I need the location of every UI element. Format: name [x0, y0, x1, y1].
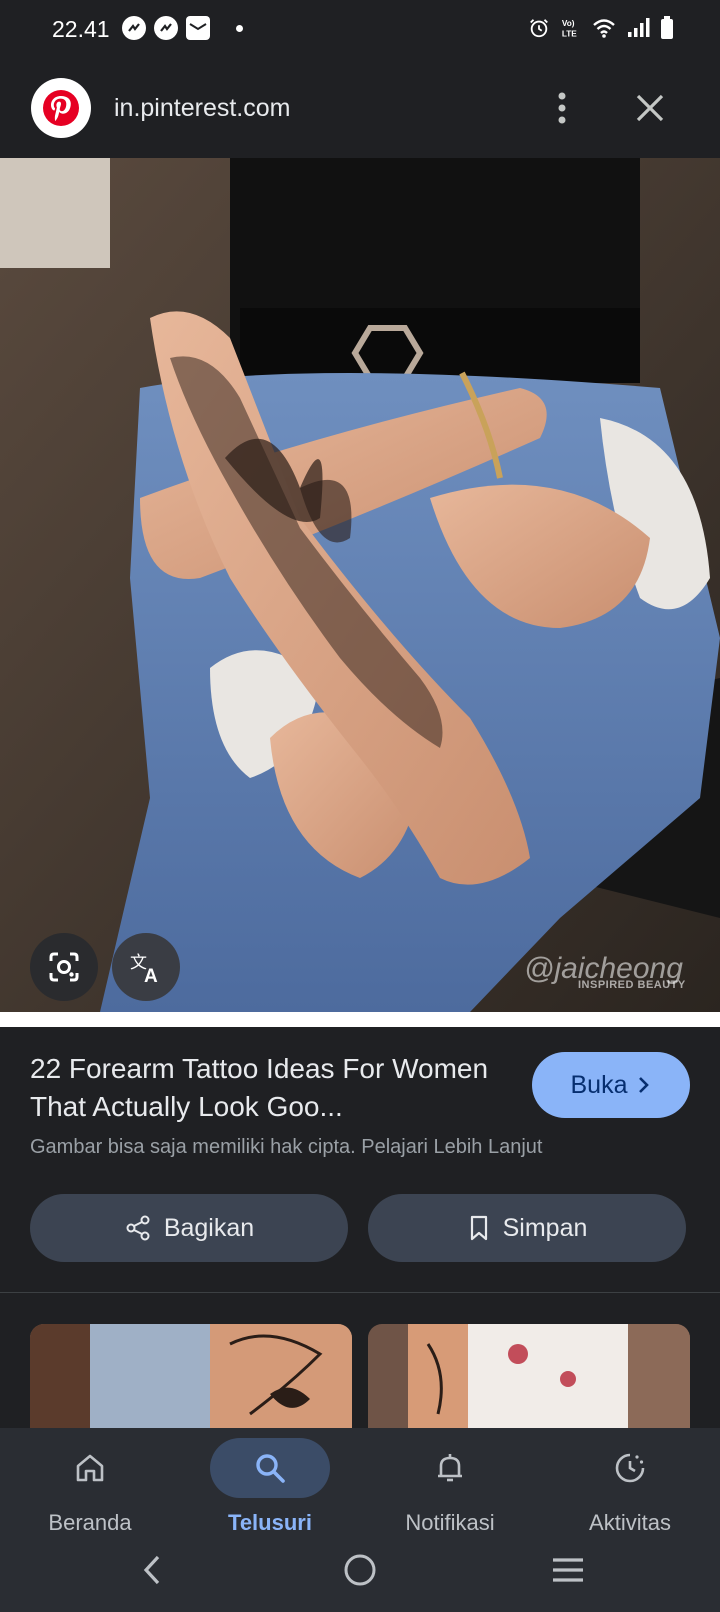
result-title[interactable]: 22 Forearm Tattoo Ideas For Women That A…: [30, 1050, 500, 1126]
pinterest-icon[interactable]: [31, 78, 91, 138]
bell-icon: [390, 1438, 510, 1498]
page-url[interactable]: in.pinterest.com: [114, 94, 290, 123]
alarm-icon: [530, 19, 548, 38]
dot-icon: [236, 24, 243, 32]
result-image[interactable]: [0, 158, 720, 1012]
related-image[interactable]: [368, 1324, 690, 1428]
share-icon: [126, 1215, 150, 1241]
translate-icon[interactable]: 文A: [112, 933, 180, 1001]
save-button[interactable]: Simpan: [368, 1194, 686, 1262]
system-navigation-bar: [0, 1528, 720, 1612]
messenger-icon: [154, 16, 178, 40]
status-bar: 22.41 Vo) LTE: [0, 0, 720, 58]
share-button-label: Bagikan: [163, 1213, 255, 1242]
battery-icon: [661, 16, 673, 39]
svg-text:Vo): Vo): [562, 19, 575, 28]
save-button-label: Simpan: [502, 1213, 588, 1242]
svg-text:A: A: [144, 966, 158, 986]
share-button[interactable]: Bagikan: [30, 1194, 348, 1262]
google-lens-icon[interactable]: [30, 933, 98, 1001]
image-watermark-sub: INSPIRED BEAUTY: [578, 979, 686, 991]
svg-text:LTE: LTE: [562, 29, 577, 38]
back-icon[interactable]: [128, 1548, 178, 1592]
activity-icon: [570, 1438, 690, 1498]
recents-icon[interactable]: [543, 1548, 593, 1592]
status-time: 22.41: [52, 16, 110, 42]
image-bottom-border: [0, 1012, 720, 1027]
more-vert-icon[interactable]: [548, 88, 576, 128]
open-button[interactable]: Buka: [532, 1052, 690, 1118]
section-divider: [0, 1292, 720, 1293]
search-icon: [210, 1438, 330, 1498]
related-image[interactable]: [30, 1324, 352, 1428]
mail-icon: [186, 16, 210, 40]
signal-icon: [628, 18, 650, 37]
wifi-icon: [593, 19, 615, 38]
home-icon: [30, 1438, 150, 1498]
bookmark-icon: [470, 1215, 487, 1241]
open-button-label: Buka: [570, 1070, 628, 1099]
chevron-right-icon: [639, 1077, 650, 1093]
copyright-notice[interactable]: Gambar bisa saja memiliki hak cipta. Pel…: [30, 1136, 542, 1159]
custom-tab-toolbar: in.pinterest.com: [0, 58, 720, 158]
messenger-icon: [122, 16, 146, 40]
volte-icon: Vo)LTE: [562, 19, 577, 38]
close-icon[interactable]: [632, 90, 668, 126]
home-circle-icon[interactable]: [335, 1548, 385, 1592]
